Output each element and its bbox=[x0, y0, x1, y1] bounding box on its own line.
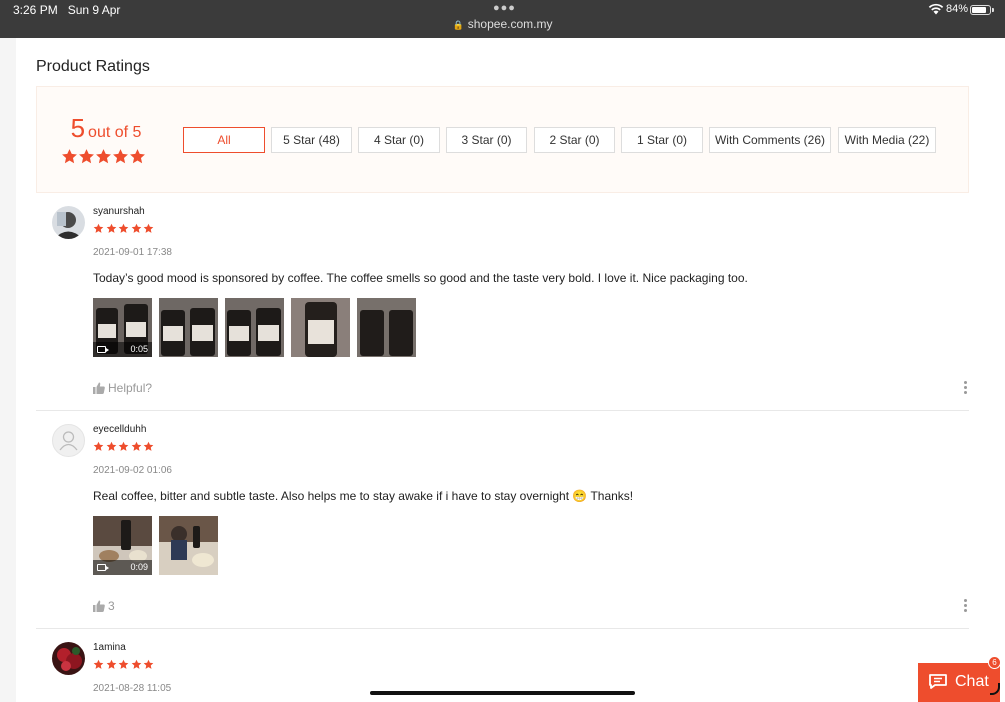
status-bar: 3:26 PM Sun 9 Apr ●●● 🔒 shopee.com.my 84% bbox=[0, 0, 1005, 38]
filter-all[interactable]: All bbox=[183, 127, 265, 153]
more-options-icon[interactable] bbox=[964, 599, 968, 614]
star-icon bbox=[131, 223, 141, 233]
address-bar[interactable]: 🔒 shopee.com.my bbox=[0, 17, 1005, 31]
review-media: 0:09 bbox=[93, 516, 225, 575]
star-icon bbox=[79, 149, 94, 164]
video-overlay: 0:09 bbox=[93, 560, 152, 575]
video-camera-icon bbox=[97, 564, 109, 571]
chat-button[interactable]: Chat 6 bbox=[918, 656, 1001, 702]
chat-badge: 6 bbox=[988, 656, 1001, 669]
video-camera-icon bbox=[97, 346, 109, 353]
score-value: 5 bbox=[70, 113, 86, 143]
section-title: Product Ratings bbox=[36, 58, 150, 75]
star-icon bbox=[118, 223, 129, 233]
thumbs-up-icon bbox=[93, 382, 105, 394]
lock-icon: 🔒 bbox=[452, 20, 464, 30]
battery-percent: 84% bbox=[946, 3, 969, 15]
star-icon bbox=[93, 659, 104, 669]
review-text: Real coffee, bitter and subtle taste. Al… bbox=[93, 489, 634, 503]
chat-icon bbox=[929, 674, 947, 689]
divider bbox=[36, 410, 969, 411]
review-stars bbox=[93, 223, 156, 234]
thumbs-up-icon bbox=[93, 600, 105, 612]
star-icon bbox=[143, 223, 154, 233]
star-icon bbox=[93, 441, 104, 451]
wifi-icon bbox=[928, 3, 944, 15]
star-icon bbox=[143, 441, 154, 451]
filter-2-star[interactable]: 2 Star (0) bbox=[534, 127, 615, 153]
filter-1-star[interactable]: 1 Star (0) bbox=[621, 127, 703, 153]
review-username: syanurshah bbox=[93, 206, 145, 217]
star-icon bbox=[130, 149, 145, 164]
filter-3-star[interactable]: 3 Star (0) bbox=[446, 127, 527, 153]
video-overlay: 0:05 bbox=[93, 342, 152, 357]
filter-with-comments[interactable]: With Comments (26) bbox=[709, 127, 831, 153]
review-date: 2021-08-28 11:05 bbox=[93, 683, 172, 694]
status-time: 3:26 PM Sun 9 Apr bbox=[13, 3, 121, 17]
divider bbox=[36, 628, 969, 629]
star-icon bbox=[131, 659, 141, 669]
star-icon bbox=[118, 441, 129, 451]
star-icon bbox=[96, 149, 111, 164]
star-icon bbox=[62, 149, 77, 164]
score-suffix: out of 5 bbox=[88, 124, 142, 141]
avatar[interactable] bbox=[52, 206, 85, 239]
star-icon bbox=[113, 149, 128, 164]
review-item: syanurshah 2021-09-01 17:38 Today’s good… bbox=[36, 203, 969, 411]
battery-icon bbox=[970, 5, 994, 15]
star-icon bbox=[118, 659, 129, 669]
filter-with-media[interactable]: With Media (22) bbox=[838, 127, 936, 153]
review-username: 1amina bbox=[93, 642, 126, 653]
filter-4-star[interactable]: 4 Star (0) bbox=[358, 127, 440, 153]
review-date: 2021-09-01 17:38 bbox=[93, 247, 172, 258]
star-icon bbox=[106, 659, 116, 669]
cursor-hook bbox=[990, 683, 1000, 695]
home-indicator bbox=[370, 691, 635, 695]
filter-5-star[interactable]: 5 Star (48) bbox=[271, 127, 352, 153]
review-text: Today’s good mood is sponsored by coffee… bbox=[93, 271, 748, 285]
more-options-icon[interactable] bbox=[964, 381, 968, 396]
browser-dots-icon[interactable]: ●●● bbox=[493, 2, 516, 14]
product-ratings-page: Product Ratings 5 out of 5 All 5 Star (48… bbox=[16, 38, 1005, 702]
rating-overview: 5 out of 5 All 5 Star (48) 4 Star (0) 3 S… bbox=[36, 86, 969, 193]
chat-label: Chat bbox=[955, 673, 989, 690]
review-stars bbox=[93, 659, 156, 670]
review-stars bbox=[93, 441, 156, 452]
avatar[interactable] bbox=[52, 642, 85, 675]
rating-score: 5 out of 5 bbox=[37, 113, 175, 144]
review-video-thumb[interactable]: 0:05 bbox=[93, 298, 152, 357]
review-item: eyecellduhh 2021-09-02 01:06 Real coffee… bbox=[36, 421, 969, 629]
review-photo-thumb[interactable] bbox=[159, 516, 218, 575]
review-photo-thumb[interactable] bbox=[357, 298, 416, 357]
star-icon bbox=[93, 223, 104, 233]
star-icon bbox=[143, 659, 154, 669]
helpful-button[interactable]: Helpful? bbox=[93, 381, 152, 395]
review-date: 2021-09-02 01:06 bbox=[93, 465, 172, 476]
helpful-button[interactable]: 3 bbox=[93, 599, 115, 613]
star-icon bbox=[131, 441, 141, 451]
star-icon bbox=[106, 223, 116, 233]
review-photo-thumb[interactable] bbox=[159, 298, 218, 357]
review-photo-thumb[interactable] bbox=[225, 298, 284, 357]
avatar[interactable] bbox=[52, 424, 85, 457]
review-media: 0:05 bbox=[93, 298, 423, 357]
default-user-icon bbox=[59, 431, 78, 451]
review-video-thumb[interactable]: 0:09 bbox=[93, 516, 152, 575]
score-stars bbox=[61, 148, 146, 165]
star-icon bbox=[106, 441, 116, 451]
review-photo-thumb[interactable] bbox=[291, 298, 350, 357]
review-username: eyecellduhh bbox=[93, 424, 147, 435]
